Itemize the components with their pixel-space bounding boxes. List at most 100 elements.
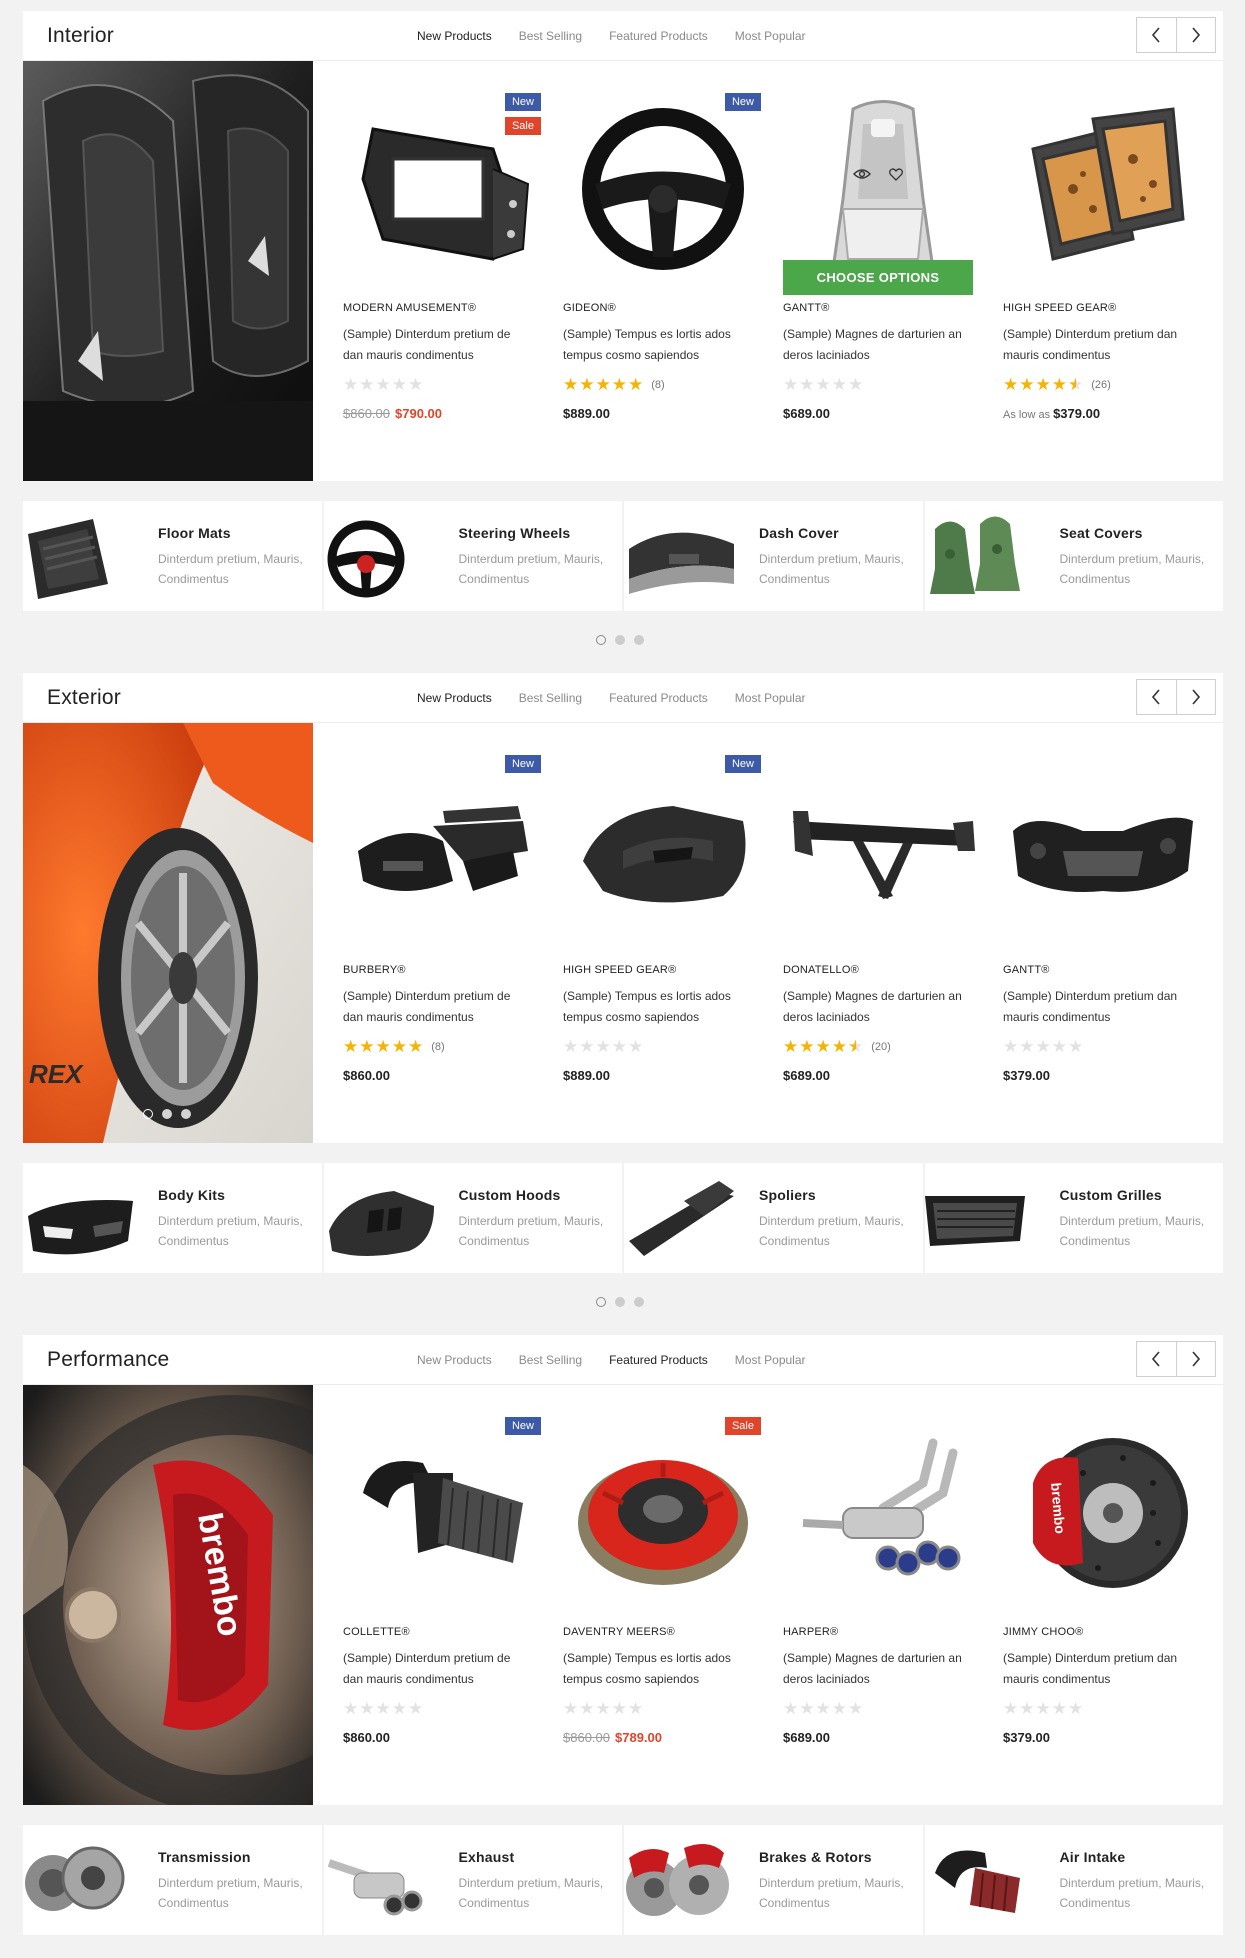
next-button[interactable] (1175, 1342, 1216, 1376)
product-card[interactable]: HARPER® (Sample) Magnes de darturien an … (783, 1385, 1003, 1805)
tab-new-products[interactable]: New Products (417, 29, 492, 43)
product-image-clutch-kit[interactable] (563, 1413, 763, 1613)
pagination-dot[interactable] (634, 1297, 644, 1307)
product-image-body-kit[interactable] (343, 751, 543, 951)
category-steering-wheels[interactable]: Steering Wheels Dinterdum pretium, Mauri… (323, 501, 622, 611)
category-custom-grilles[interactable]: Custom Grilles Dinterdum pretium, Mauris… (924, 1163, 1223, 1273)
product-card[interactable]: DONATELLO® (Sample) Magnes de darturien … (783, 723, 1003, 1143)
category-name[interactable]: Custom Grilles (1060, 1187, 1162, 1203)
product-brand[interactable]: DONATELLO® (783, 964, 859, 976)
product-description[interactable]: (Sample) Magnes de darturien an deros la… (783, 1648, 971, 1690)
product-image-exhaust-system[interactable] (783, 1413, 983, 1613)
banner-dot[interactable] (181, 1109, 191, 1119)
category-name[interactable]: Air Intake (1060, 1849, 1126, 1865)
tab-best-selling[interactable]: Best Selling (519, 1353, 582, 1367)
next-button[interactable] (1175, 18, 1216, 52)
pagination-dot[interactable] (615, 1297, 625, 1307)
banner-dot[interactable] (143, 1109, 153, 1119)
tab-new-products[interactable]: New Products (417, 1353, 492, 1367)
product-description[interactable]: (Sample) Magnes de darturien an deros la… (783, 986, 971, 1028)
product-brand[interactable]: HARPER® (783, 1626, 838, 1638)
prev-button[interactable] (1137, 1342, 1176, 1376)
category-air-intake[interactable]: Air Intake Dinterdum pretium, Mauris, Co… (924, 1825, 1223, 1935)
next-button[interactable] (1175, 680, 1216, 714)
tab-featured-products[interactable]: Featured Products (609, 1353, 708, 1367)
banner-image-orange-car-wheel[interactable]: REX (23, 723, 313, 1143)
product-description[interactable]: (Sample) Magnes de darturien an deros la… (783, 324, 971, 366)
pagination-dot[interactable] (634, 635, 644, 645)
product-card[interactable]: New BURBERY® (Sample) Dinterdum pretium … (343, 723, 563, 1143)
category-dash-cover[interactable]: Dash Cover Dinterdum pretium, Mauris, Co… (624, 501, 923, 611)
product-description[interactable]: (Sample) Dinterdum pretium de dan mauris… (343, 986, 531, 1028)
category-name[interactable]: Transmission (158, 1849, 251, 1865)
product-brand[interactable]: GIDEON® (563, 302, 616, 314)
product-description[interactable]: (Sample) Dinterdum pretium dan mauris co… (1003, 324, 1191, 366)
tab-best-selling[interactable]: Best Selling (519, 29, 582, 43)
banner-image-brake-caliper[interactable]: brembo (23, 1385, 313, 1805)
category-name[interactable]: Body Kits (158, 1187, 225, 1203)
category-name[interactable]: Custom Hoods (459, 1187, 561, 1203)
review-count[interactable]: (20) (871, 1041, 891, 1053)
product-description[interactable]: (Sample) Tempus es lortis ados tempus co… (563, 324, 751, 366)
banner-image-car-seats[interactable] (23, 61, 313, 481)
tab-best-selling[interactable]: Best Selling (519, 691, 582, 705)
tab-featured-products[interactable]: Featured Products (609, 691, 708, 705)
product-brand[interactable]: HIGH SPEED GEAR® (1003, 302, 1116, 314)
category-name[interactable]: Spoliers (759, 1187, 816, 1203)
product-brand[interactable]: JIMMY CHOO® (1003, 1626, 1083, 1638)
product-image-front-bumper[interactable] (1003, 751, 1203, 951)
product-brand[interactable]: BURBERY® (343, 964, 406, 976)
product-description[interactable]: (Sample) Dinterdum pretium dan mauris co… (1003, 986, 1191, 1028)
product-description[interactable]: (Sample) Tempus es lortis ados tempus co… (563, 986, 751, 1028)
category-name[interactable]: Seat Covers (1060, 525, 1143, 541)
category-exhaust[interactable]: Exhaust Dinterdum pretium, Mauris, Condi… (323, 1825, 622, 1935)
product-description[interactable]: (Sample) Dinterdum pretium de dan mauris… (343, 1648, 531, 1690)
review-count[interactable]: (8) (651, 379, 664, 391)
tab-featured-products[interactable]: Featured Products (609, 29, 708, 43)
category-name[interactable]: Brakes & Rotors (759, 1849, 872, 1865)
product-description[interactable]: (Sample) Tempus es lortis ados tempus co… (563, 1648, 751, 1690)
category-seat-covers[interactable]: Seat Covers Dinterdum pretium, Mauris, C… (924, 501, 1223, 611)
tab-most-popular[interactable]: Most Popular (735, 29, 806, 43)
pagination-dot[interactable] (596, 1297, 606, 1307)
category-name[interactable]: Steering Wheels (459, 525, 571, 541)
product-image-brake-rotor[interactable]: brembo (1003, 1413, 1203, 1613)
category-name[interactable]: Floor Mats (158, 525, 231, 541)
product-card[interactable]: HIGH SPEED GEAR® (Sample) Dinterdum pret… (1003, 61, 1223, 481)
choose-options-button[interactable]: CHOOSE OPTIONS (783, 260, 973, 295)
product-description[interactable]: (Sample) Dinterdum pretium dan mauris co… (1003, 1648, 1191, 1690)
product-image-racing-seat[interactable] (783, 89, 983, 289)
product-card[interactable]: New GIDEON® (Sample) Tempus es lortis ad… (563, 61, 783, 481)
product-brand[interactable]: DAVENTRY MEERS® (563, 1626, 675, 1638)
tab-most-popular[interactable]: Most Popular (735, 1353, 806, 1367)
banner-dot[interactable] (162, 1109, 172, 1119)
pagination-dot[interactable] (615, 635, 625, 645)
product-card[interactable]: GANTT® (Sample) Dinterdum pretium dan ma… (1003, 723, 1223, 1143)
pagination-dot[interactable] (596, 635, 606, 645)
product-card[interactable]: CHOOSE OPTIONS GANTT® (Sample) Magnes de… (783, 61, 1003, 481)
product-brand[interactable]: COLLETTE® (343, 1626, 410, 1638)
product-image-carbon-hood[interactable] (563, 751, 763, 951)
category-name[interactable]: Exhaust (459, 1849, 515, 1865)
category-floor-mats[interactable]: Floor Mats Dinterdum pretium, Mauris, Co… (23, 501, 322, 611)
tab-new-products[interactable]: New Products (417, 691, 492, 705)
product-brand[interactable]: MODERN AMUSEMENT® (343, 302, 476, 314)
category-brakes-rotors[interactable]: Brakes & Rotors Dinterdum pretium, Mauri… (624, 1825, 923, 1935)
product-card[interactable]: brembo JIMMY CHOO® (Sample) Dinterdum pr… (1003, 1385, 1223, 1805)
prev-button[interactable] (1137, 680, 1176, 714)
review-count[interactable]: (26) (1091, 379, 1111, 391)
product-card[interactable]: New HIGH SPEED GEAR® (Sample) Tempus es … (563, 723, 783, 1143)
product-brand[interactable]: HIGH SPEED GEAR® (563, 964, 676, 976)
category-custom-hoods[interactable]: Custom Hoods Dinterdum pretium, Mauris, … (323, 1163, 622, 1273)
category-body-kits[interactable]: Body Kits Dinterdum pretium, Mauris, Con… (23, 1163, 322, 1273)
category-transmission[interactable]: Transmission Dinterdum pretium, Mauris, … (23, 1825, 322, 1935)
product-image-cold-air-intake[interactable] (343, 1413, 543, 1613)
product-image-rear-wing[interactable] (783, 751, 983, 951)
review-count[interactable]: (8) (431, 1041, 444, 1053)
product-image-floor-mats[interactable] (1003, 89, 1203, 289)
product-card[interactable]: New Sale MODERN AMUSEMENT® (Sample) Dint… (343, 61, 563, 481)
product-image-steering-wheel[interactable] (563, 89, 763, 289)
quick-view-button[interactable] (849, 161, 875, 187)
product-description[interactable]: (Sample) Dinterdum pretium de dan mauris… (343, 324, 531, 366)
product-brand[interactable]: GANTT® (783, 302, 830, 314)
